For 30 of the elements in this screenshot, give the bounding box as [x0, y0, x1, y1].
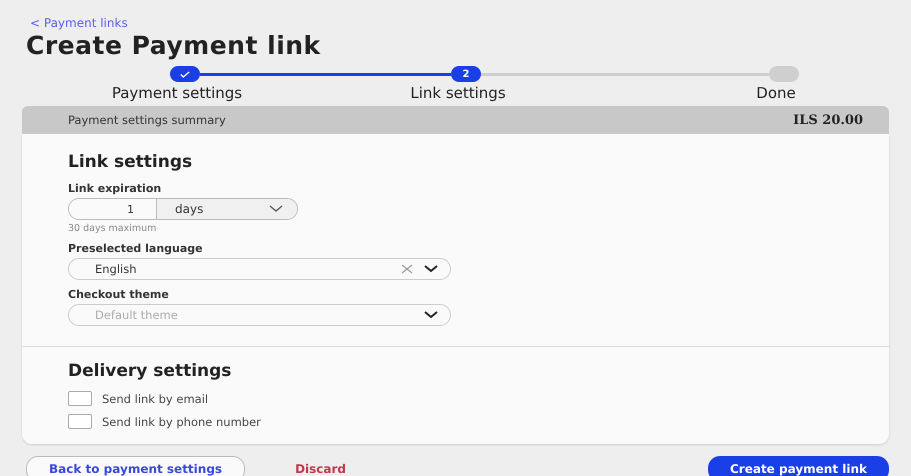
language-dropdown[interactable]: English: [68, 258, 451, 280]
hint-text: 30 days maximum: [68, 223, 156, 234]
create-button[interactable]: Create payment link: [708, 456, 889, 476]
chevron-icon: [424, 311, 438, 319]
checkbox[interactable]: [68, 391, 92, 406]
unit-dropdown[interactable]: days: [157, 199, 297, 219]
field-label: Link expiration: [68, 182, 162, 195]
checkbox-label[interactable]: Send link by phone number: [102, 414, 261, 428]
clear-icon[interactable]: [400, 264, 414, 274]
back-link[interactable]: < Payment links: [30, 16, 128, 30]
step-label: Link settings: [409, 83, 507, 103]
number-input[interactable]: 1: [69, 199, 157, 219]
field-label: Preselected language: [68, 242, 203, 255]
step-label: Done: [755, 83, 797, 103]
step-marker: 2: [451, 66, 481, 82]
checkbox[interactable]: [68, 414, 92, 429]
step-label: Payment settings: [110, 83, 244, 103]
summary-label: Payment settings summary: [68, 113, 226, 127]
checkbox-label[interactable]: Send link by email: [102, 392, 208, 406]
summary-amount: ILS 20.00: [793, 112, 863, 128]
section-heading: Delivery settings: [68, 361, 232, 381]
back-button[interactable]: Back to payment settings: [26, 456, 246, 476]
discard-button[interactable]: Discard: [295, 457, 346, 476]
field-label: Checkout theme: [68, 288, 169, 301]
expiration-field[interactable]: 1 days: [68, 198, 298, 220]
section-heading: Link settings: [68, 152, 192, 172]
check-icon: [180, 70, 190, 78]
page-title: Create Payment link: [26, 31, 321, 61]
chevron-icon: [424, 265, 438, 273]
chevron-icon: [269, 205, 283, 213]
